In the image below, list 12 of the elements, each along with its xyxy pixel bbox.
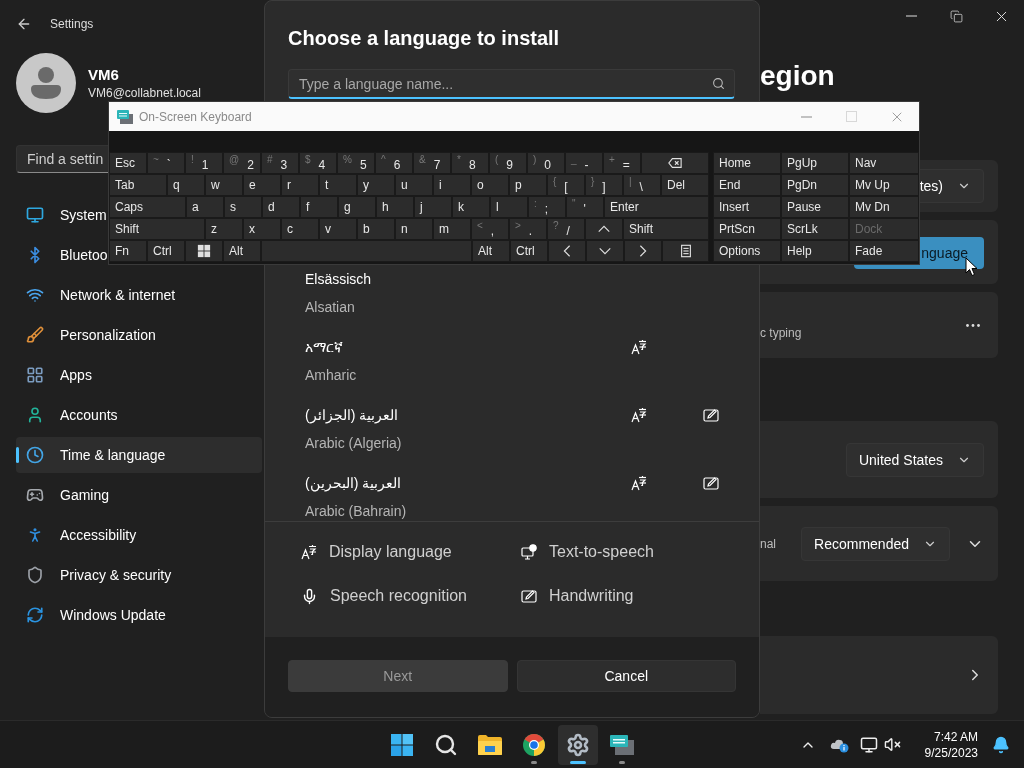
window-title: On-Screen Keyboard [139, 109, 252, 124]
legend-label: Handwriting [549, 587, 634, 605]
page-title: egion [760, 59, 836, 93]
legend-label: Display language [329, 543, 452, 561]
dialog-title: Choose a language to install [288, 27, 561, 50]
card-description: nal [760, 536, 776, 551]
legend-label: Text-to-speech [549, 543, 654, 561]
user-email: VM6@collabnet.local [88, 86, 201, 100]
window-title: Settings [50, 17, 94, 31]
user-name: VM6 [88, 66, 120, 83]
card-description: c typing [760, 326, 802, 340]
legend-label: Speech recognition [330, 587, 467, 605]
